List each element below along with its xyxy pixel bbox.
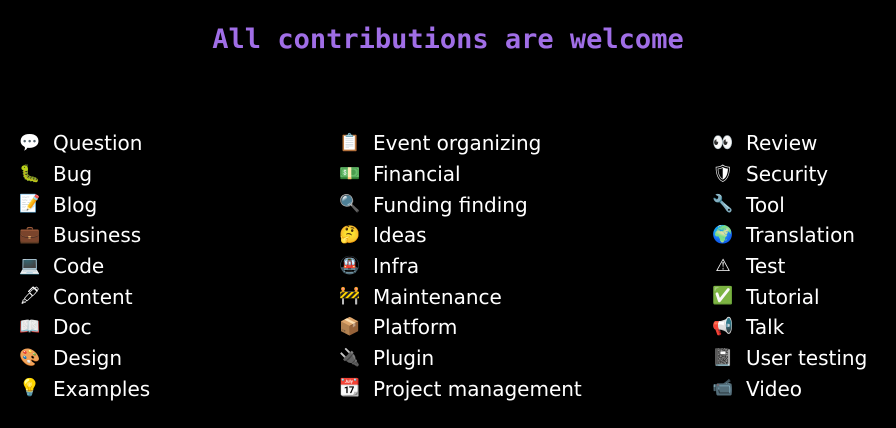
contribution-label: Talk bbox=[746, 315, 785, 340]
contribution-label: Security bbox=[746, 162, 829, 187]
memo-icon: 📝 bbox=[19, 194, 41, 215]
page-title: All contributions are welcome bbox=[212, 24, 684, 55]
package-icon: 📦 bbox=[339, 316, 361, 337]
contribution-label: Funding finding bbox=[373, 192, 528, 217]
shield-icon: 🛡 bbox=[712, 163, 734, 184]
contribution-item-question: 💬 Question bbox=[19, 128, 150, 159]
contribution-item-event-organizing: 📋 Event organizing bbox=[339, 128, 582, 159]
contribution-item-review: 👀 Review bbox=[712, 128, 867, 159]
contribution-label: Review bbox=[746, 131, 818, 156]
notebook-icon: 📓 bbox=[712, 347, 734, 368]
contribution-label: Financial bbox=[373, 162, 461, 187]
contribution-label: Ideas bbox=[373, 223, 427, 248]
contribution-label: Tutorial bbox=[746, 284, 820, 309]
eyes-icon: 👀 bbox=[712, 132, 734, 153]
contribution-label: Event organizing bbox=[373, 131, 542, 156]
construction-icon: 🚧 bbox=[339, 286, 361, 307]
contribution-label: User testing bbox=[746, 346, 868, 371]
contribution-item-doc: 📖 Doc bbox=[19, 312, 150, 343]
contribution-item-plugin: 🔌 Plugin bbox=[339, 343, 582, 374]
contribution-label: Test bbox=[746, 254, 786, 279]
video-camera-icon: 📹 bbox=[712, 378, 734, 399]
contribution-label: Examples bbox=[53, 376, 151, 401]
contribution-item-blog: 📝 Blog bbox=[19, 189, 150, 220]
contribution-item-maintenance: 🚧 Maintenance bbox=[339, 281, 582, 312]
wrench-icon: 🔧 bbox=[712, 194, 734, 215]
contribution-item-tool: 🔧 Tool bbox=[712, 189, 867, 220]
contribution-label: Platform bbox=[373, 315, 458, 340]
speech-bubble-icon: 💬 bbox=[19, 132, 41, 153]
contribution-item-bug: 🐛 Bug bbox=[19, 159, 150, 190]
plug-icon: 🔌 bbox=[339, 347, 361, 368]
contribution-item-examples: 💡 Examples bbox=[19, 374, 150, 405]
metro-icon: 🚇 bbox=[339, 255, 361, 276]
contribution-label: Translation bbox=[746, 223, 855, 248]
contribution-label: Design bbox=[53, 346, 123, 371]
contribution-column-2: 📋 Event organizing 💵 Financial 🔍 Funding find… bbox=[339, 128, 582, 405]
contribution-item-translation: 🌍 Translation bbox=[712, 220, 867, 251]
warning-icon: ⚠ bbox=[715, 255, 731, 276]
contribution-label: Bug bbox=[53, 162, 93, 187]
contribution-label: Project management bbox=[373, 376, 582, 401]
contribution-item-funding-finding: 🔍 Funding finding bbox=[339, 189, 582, 220]
contribution-label: Content bbox=[53, 284, 133, 309]
contribution-label: Plugin bbox=[373, 346, 435, 371]
palette-icon: 🎨 bbox=[19, 347, 41, 368]
contribution-item-security: 🛡 Security bbox=[712, 159, 867, 190]
contribution-label: Question bbox=[53, 131, 143, 156]
contribution-item-content: 🖋 Content bbox=[19, 281, 150, 312]
megaphone-icon: 📢 bbox=[712, 316, 734, 337]
money-icon: 💵 bbox=[339, 163, 361, 184]
contribution-item-tutorial: ✅ Tutorial bbox=[712, 281, 867, 312]
contribution-item-design: 🎨 Design bbox=[19, 343, 150, 374]
open-book-icon: 📖 bbox=[19, 316, 41, 337]
contribution-label: Doc bbox=[53, 315, 92, 340]
laptop-icon: 💻 bbox=[19, 255, 41, 276]
contribution-label: Code bbox=[53, 254, 105, 279]
light-bulb-icon: 💡 bbox=[19, 378, 41, 399]
contribution-item-business: 💼 Business bbox=[19, 220, 150, 251]
contribution-item-video: 📹 Video bbox=[712, 374, 867, 405]
calendar-icon: 📆 bbox=[339, 378, 361, 399]
contribution-item-infra: 🚇 Infra bbox=[339, 251, 582, 282]
contribution-item-project-management: 📆 Project management bbox=[339, 374, 582, 405]
fountain-pen-icon: 🖋 bbox=[19, 286, 41, 307]
contribution-label: Infra bbox=[373, 254, 420, 279]
contribution-column-3: 👀 Review 🛡 Security 🔧 Tool 🌍 Translation ⚠ Test ✅ T… bbox=[712, 128, 867, 404]
thinking-face-icon: 🤔 bbox=[339, 224, 361, 245]
contribution-label: Tool bbox=[746, 192, 785, 217]
contribution-item-code: 💻 Code bbox=[19, 251, 150, 282]
globe-icon: 🌍 bbox=[712, 224, 734, 245]
clipboard-icon: 📋 bbox=[339, 132, 361, 153]
contribution-item-user-testing: 📓 User testing bbox=[712, 343, 867, 374]
contribution-column-1: 💬 Question 🐛 Bug 📝 Blog 💼 Business 💻 Code 🖋 Content… bbox=[19, 128, 150, 404]
check-mark-icon: ✅ bbox=[712, 286, 734, 307]
magnifier-icon: 🔍 bbox=[339, 194, 361, 215]
contribution-item-platform: 📦 Platform bbox=[339, 312, 582, 343]
contribution-item-ideas: 🤔 Ideas bbox=[339, 220, 582, 251]
briefcase-icon: 💼 bbox=[19, 224, 41, 245]
contribution-item-financial: 💵 Financial bbox=[339, 159, 582, 190]
bug-icon: 🐛 bbox=[19, 163, 41, 184]
contribution-item-talk: 📢 Talk bbox=[712, 312, 867, 343]
contribution-label: Blog bbox=[53, 192, 98, 217]
contribution-label: Video bbox=[746, 376, 803, 401]
contribution-label: Maintenance bbox=[373, 284, 502, 309]
contribution-label: Business bbox=[53, 223, 142, 248]
contribution-item-test: ⚠ Test bbox=[712, 251, 867, 282]
